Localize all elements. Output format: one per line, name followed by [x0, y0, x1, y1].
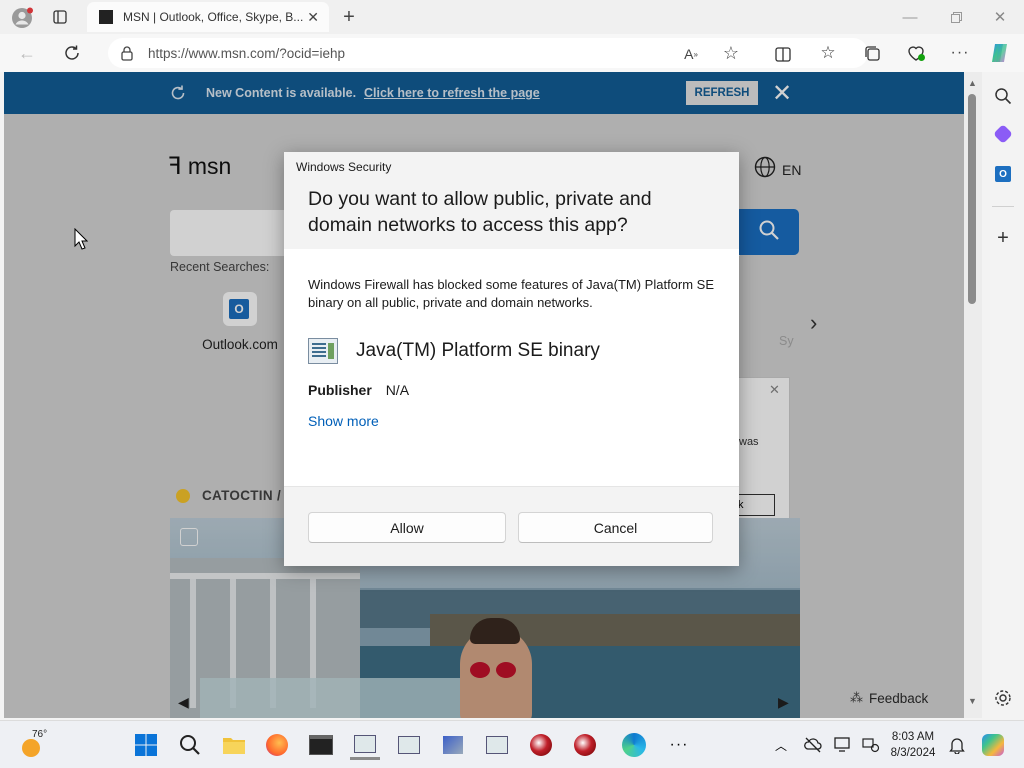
sidebar-copilot-icon[interactable]: [991, 122, 1015, 146]
publisher-value: N/A: [385, 382, 410, 398]
sidebar-settings-icon[interactable]: [991, 686, 1015, 710]
tab-title: MSN | Outlook, Office, Skype, B...: [123, 10, 303, 24]
address-field[interactable]: https://www.msn.com/?ocid=iehp: [108, 38, 868, 68]
terminal-icon[interactable]: [306, 730, 336, 760]
more-options-icon[interactable]: ···: [948, 42, 972, 64]
minimize-icon[interactable]: —: [898, 6, 922, 28]
edge-icon[interactable]: [619, 730, 649, 760]
dialog-heading: Do you want to allow public, private and…: [308, 188, 652, 236]
copilot-taskbar-icon[interactable]: [978, 730, 1008, 760]
tab-close-icon[interactable]: ✕: [307, 9, 319, 26]
cancel-button[interactable]: Cancel: [518, 512, 713, 543]
browser-tab-msn[interactable]: MSN | Outlook, Office, Skype, B... ✕: [87, 2, 329, 32]
feedback-icon: ⁂: [850, 690, 863, 705]
scroll-down-icon[interactable]: ▼: [968, 696, 977, 706]
java-app-icon: [308, 338, 338, 364]
dialog-footer: Allow Cancel: [284, 486, 739, 566]
favorites-icon[interactable]: ☆: [816, 42, 840, 64]
file-explorer-icon[interactable]: [219, 730, 249, 760]
page-scrollbar[interactable]: ▲ ▼: [964, 72, 982, 718]
edge-sidebar: O +: [982, 72, 1024, 718]
network-app-icon[interactable]: [438, 730, 468, 760]
clock-date: 8/3/2024: [890, 747, 936, 759]
back-icon[interactable]: ←: [16, 42, 38, 64]
scroll-thumb[interactable]: [968, 94, 976, 304]
dialog-window-title: Windows Security: [296, 160, 392, 174]
taskbar-search-icon[interactable]: [175, 730, 205, 760]
publisher-row: Publisher N/A: [308, 382, 409, 398]
firefox-icon[interactable]: [262, 730, 292, 760]
tray-network-icon[interactable]: [856, 730, 886, 760]
clock[interactable]: 8:03 AM 8/3/2024: [884, 729, 942, 761]
windows-security-dialog: Windows Security Do you want to allow pu…: [284, 152, 739, 566]
red-app-icon-2[interactable]: [570, 730, 600, 760]
app-row: Java(TM) Platform SE binary: [308, 338, 600, 364]
notification-bell-icon[interactable]: [942, 730, 972, 760]
lock-icon: [120, 45, 134, 64]
sidebar-add-icon[interactable]: +: [991, 226, 1015, 250]
temperature: 76°: [32, 729, 48, 740]
taskbar-more-icon[interactable]: ···: [664, 730, 694, 760]
dialog-header: Windows Security Do you want to allow pu…: [284, 152, 739, 249]
restore-icon[interactable]: [944, 6, 968, 28]
feedback-button[interactable]: ⁂ Feedback: [850, 690, 928, 706]
copilot-icon[interactable]: [988, 40, 1014, 66]
sidebar-search-icon[interactable]: [991, 84, 1015, 108]
msn-favicon-icon: [99, 10, 113, 24]
weather-widget[interactable]: 76°: [20, 729, 60, 761]
read-aloud-icon[interactable]: A»: [680, 43, 702, 65]
window-close-icon[interactable]: ✕: [988, 6, 1012, 28]
app-window-icon-3[interactable]: [482, 730, 512, 760]
collections-icon[interactable]: [860, 42, 884, 64]
show-more-link[interactable]: Show more: [308, 413, 379, 429]
app-window-icon-2[interactable]: [394, 730, 424, 760]
profile-icon[interactable]: [10, 6, 34, 30]
tab-actions-icon[interactable]: [50, 7, 70, 27]
weather-sun-icon: [22, 739, 40, 757]
favorite-star-icon[interactable]: ☆: [720, 42, 742, 64]
scroll-up-icon[interactable]: ▲: [968, 78, 977, 88]
dialog-body-text: Windows Firewall has blocked some featur…: [308, 277, 715, 310]
new-tab-icon[interactable]: +: [338, 6, 360, 28]
start-icon[interactable]: [131, 730, 161, 760]
tray-expand-icon[interactable]: ︿: [766, 730, 796, 760]
tray-display-icon[interactable]: [828, 730, 858, 760]
allow-button[interactable]: Allow: [308, 512, 506, 543]
app-name: Java(TM) Platform SE binary: [356, 340, 600, 361]
red-app-icon-1[interactable]: [526, 730, 556, 760]
refresh-icon[interactable]: [61, 42, 83, 64]
tray-cloud-icon[interactable]: [798, 730, 828, 760]
browser-essentials-icon[interactable]: [904, 42, 928, 64]
app-window-icon-1[interactable]: [350, 730, 380, 760]
publisher-label: Publisher: [308, 382, 372, 398]
sidebar-divider: [992, 206, 1014, 207]
clock-time: 8:03 AM: [891, 731, 935, 743]
split-screen-icon[interactable]: [772, 43, 794, 65]
url-text: https://www.msn.com/?ocid=iehp: [148, 45, 345, 61]
mouse-cursor-icon: [74, 227, 89, 255]
tab-bar: MSN | Outlook, Office, Skype, B... ✕ + —…: [0, 0, 1024, 34]
sidebar-outlook-icon[interactable]: O: [991, 162, 1015, 186]
taskbar: 76° ··· ︿ 8:03 AM 8/3/2024: [0, 720, 1024, 768]
